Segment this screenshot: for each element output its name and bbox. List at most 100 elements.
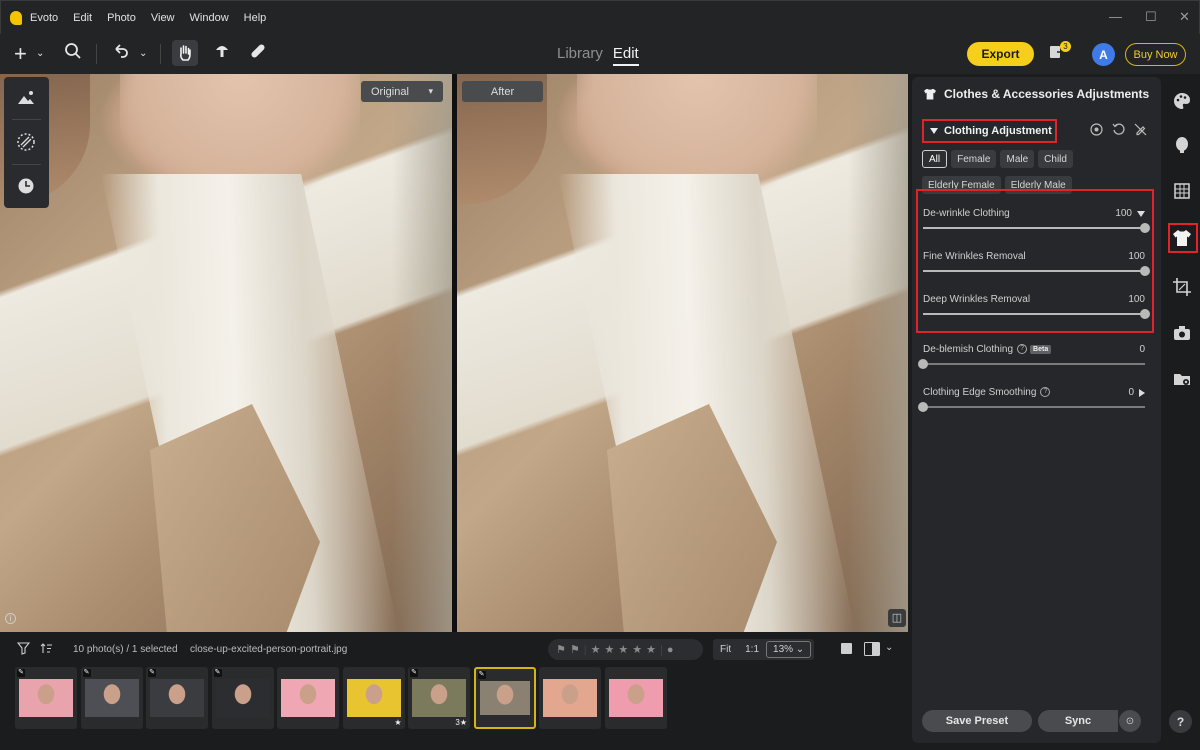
thumbnail-image (543, 679, 597, 717)
face-icon[interactable] (1172, 135, 1192, 155)
star-rating-3[interactable]: ★ (618, 643, 628, 656)
zoom-1to1-button[interactable]: 1:1 (738, 644, 766, 655)
image-adjust-icon[interactable] (16, 88, 36, 108)
deep-wrinkles-removal-slider[interactable]: Deep Wrinkles Removal 100 (923, 294, 1150, 319)
clothing-adjustment-section-toggle[interactable]: Clothing Adjustment (922, 119, 1057, 143)
disable-edit-icon[interactable] (1134, 123, 1147, 139)
sync-settings-icon[interactable]: ⊙ (1119, 710, 1141, 732)
folder-eye-icon[interactable] (1172, 369, 1192, 389)
user-avatar[interactable]: A (1092, 43, 1115, 66)
zoom-fit-button[interactable]: Fit (713, 644, 738, 655)
hand-tool-button[interactable] (172, 40, 198, 66)
chip-child[interactable]: Child (1038, 150, 1073, 168)
deblemish-clothing-slider[interactable]: De-blemish Clothing? Beta 0 (918, 344, 1145, 369)
star-rating-5[interactable]: ★ (646, 643, 656, 656)
thumbnail[interactable]: ✎ (15, 667, 77, 729)
single-view-icon[interactable] (840, 642, 853, 658)
camera-icon[interactable] (1172, 323, 1192, 343)
clothing-shirt-icon[interactable] (1172, 228, 1192, 248)
slider-label: Deep Wrinkles Removal (923, 294, 1031, 305)
compare-view-icon[interactable]: ◫ (888, 609, 906, 627)
thumbnail-image (84, 679, 139, 717)
thumbnail[interactable]: ★ (342, 667, 405, 729)
color-label-icon[interactable]: ● (667, 644, 674, 656)
section-actions (1090, 123, 1147, 139)
add-icon[interactable]: + (14, 42, 27, 66)
mushroom-brush-icon[interactable] (213, 42, 231, 66)
slider-handle[interactable] (1140, 266, 1150, 276)
help-icon[interactable]: ? (1017, 344, 1028, 355)
filmstrip-toolbar: 10 photo(s) / 1 selected close-up-excite… (0, 636, 908, 664)
menu-photo[interactable]: Photo (107, 12, 136, 24)
chip-female[interactable]: Female (951, 150, 997, 168)
reject-flag-icon[interactable]: ⚑ (570, 643, 580, 656)
menu-help[interactable]: Help (244, 12, 267, 24)
adjustments-panel: Clothes & Accessories Adjustments Clothi… (912, 77, 1161, 743)
star-rating-2[interactable]: ★ (604, 643, 614, 656)
before-after-icon[interactable] (864, 642, 880, 659)
dewrinkle-clothing-slider[interactable]: De-wrinkle Clothing 100 (923, 208, 1150, 233)
sort-icon[interactable] (40, 642, 53, 658)
after-photo[interactable] (457, 74, 908, 632)
history-clock-icon[interactable] (16, 176, 36, 196)
menu-edit[interactable]: Edit (73, 12, 92, 24)
chevron-down-icon[interactable]: ⌄ (36, 42, 44, 66)
thumbnail[interactable] (277, 667, 339, 729)
undo-history-chevron-icon[interactable]: ⌄ (139, 42, 147, 66)
save-preset-button[interactable]: Save Preset (922, 710, 1032, 732)
beta-badge: Beta (1030, 344, 1052, 354)
info-icon[interactable]: i (5, 613, 16, 624)
thumbnail[interactable]: ✎ (146, 667, 208, 729)
flag-icon[interactable]: ⚑ (556, 643, 566, 656)
fine-wrinkles-removal-slider[interactable]: Fine Wrinkles Removal 100 (923, 251, 1150, 276)
thumbnail[interactable]: ✎ (211, 667, 274, 729)
thumbnail[interactable]: ✎ 3★ (408, 667, 470, 729)
thumbnail[interactable] (604, 667, 667, 729)
filter-icon[interactable] (16, 642, 31, 658)
thumbnail[interactable]: ✎ (473, 667, 536, 729)
thumbnail[interactable] (539, 667, 601, 729)
close-button[interactable]: ✕ (1179, 9, 1190, 25)
chip-male[interactable]: Male (1000, 150, 1035, 168)
panel-footer: Save Preset Sync ⊙ (922, 710, 1141, 732)
bandage-icon[interactable] (249, 42, 267, 66)
zoom-level-select[interactable]: 13% ⌄ (766, 641, 812, 658)
minimize-button[interactable]: — (1109, 9, 1122, 24)
slider-handle[interactable] (1140, 309, 1150, 319)
view-mode-chevron-icon[interactable]: ⌄ (885, 642, 893, 653)
clothing-edge-smoothing-slider[interactable]: Clothing Edge Smoothing? 0 (918, 387, 1145, 412)
original-view-dropdown[interactable]: Original ▾ (361, 81, 443, 102)
menu-window[interactable]: Window (190, 12, 229, 24)
star-rating-4[interactable]: ★ (632, 643, 642, 656)
original-photo[interactable] (0, 74, 452, 632)
background-grid-icon[interactable] (1172, 181, 1192, 201)
eye-icon[interactable] (1090, 123, 1103, 139)
palette-icon[interactable] (1172, 91, 1192, 111)
maximize-button[interactable]: ☐ (1145, 9, 1157, 25)
reset-icon[interactable] (1112, 123, 1125, 139)
undo-icon[interactable] (112, 42, 130, 66)
slider-value: 0 (1128, 387, 1134, 398)
crop-icon[interactable] (1172, 277, 1192, 297)
slider-handle[interactable] (918, 359, 928, 369)
texture-icon[interactable] (16, 132, 36, 152)
search-icon[interactable] (64, 42, 82, 66)
tab-edit[interactable]: Edit (612, 45, 639, 66)
thumbnail[interactable]: ✎ (80, 667, 143, 729)
export-button[interactable]: Export (967, 42, 1034, 66)
help-icon[interactable]: ? (1040, 387, 1051, 398)
tab-library[interactable]: Library (557, 45, 603, 66)
slider-handle[interactable] (1140, 223, 1150, 233)
menu-view[interactable]: View (151, 12, 175, 24)
sync-button[interactable]: Sync (1038, 710, 1118, 732)
buy-now-button[interactable]: Buy Now (1125, 43, 1186, 66)
star-rating-1[interactable]: ★ (591, 643, 601, 656)
expand-right-icon[interactable] (1139, 388, 1145, 397)
slider-handle[interactable] (918, 402, 928, 412)
chip-all[interactable]: All (922, 150, 948, 168)
thumbnail-image (19, 679, 73, 717)
rating-flags: ⚑ ⚑ | ★ ★ ★ ★ ★ | ● (548, 639, 703, 660)
expand-down-icon[interactable] (1137, 210, 1145, 217)
image-canvas[interactable]: Original ▾ After (0, 74, 908, 632)
help-button[interactable]: ? (1169, 710, 1192, 733)
